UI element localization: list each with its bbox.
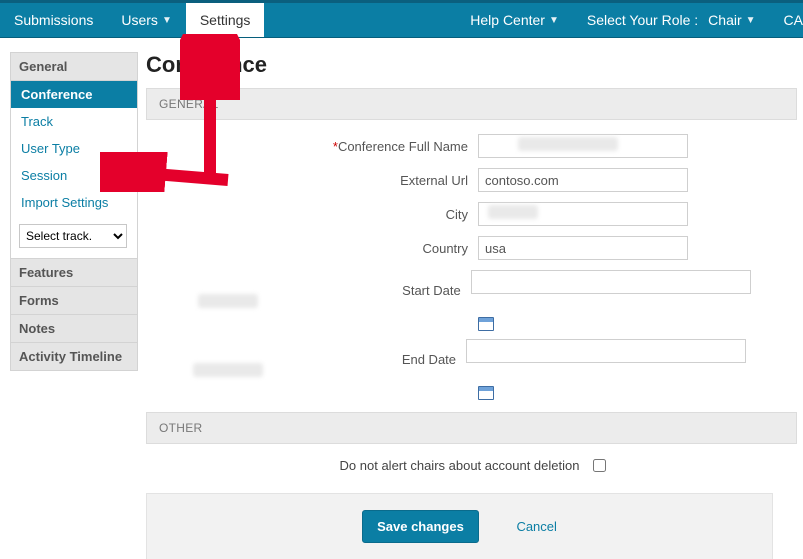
save-button[interactable]: Save changes [362, 510, 479, 543]
label-country: Country [146, 241, 478, 256]
form-general: *Conference Full Name External Url City … [146, 120, 803, 412]
chevron-down-icon: ▼ [549, 15, 559, 26]
chevron-down-icon: ▼ [162, 15, 172, 26]
input-external-url[interactable] [478, 168, 688, 192]
calendar-icon[interactable] [478, 317, 494, 331]
label-no-alert: Do not alert chairs about account deleti… [340, 458, 580, 473]
checkbox-no-alert[interactable] [593, 459, 606, 472]
track-select[interactable]: Select track. [19, 224, 127, 248]
nav-settings-label: Settings [200, 12, 251, 28]
nav-users-label: Users [121, 12, 158, 28]
nav-users[interactable]: Users ▼ [107, 3, 185, 37]
label-full-name: Conference Full Name [338, 139, 468, 154]
nav-role-label: Select Your Role : [573, 3, 704, 37]
label-start-date: Start Date [146, 283, 471, 298]
page-title: Conference [146, 52, 803, 78]
sidebar-section-general[interactable]: General [10, 52, 138, 81]
nav-submissions-label: Submissions [14, 12, 93, 28]
label-city: City [146, 207, 478, 222]
nav-role-select[interactable]: Chair ▼ [704, 3, 769, 37]
sidebar-item-conference[interactable]: Conference [11, 81, 137, 108]
input-start-date[interactable] [471, 270, 751, 294]
section-other-header: OTHER [146, 412, 797, 444]
chevron-down-icon: ▼ [746, 15, 756, 26]
label-external-url: External Url [146, 173, 478, 188]
nav-settings[interactable]: Settings [186, 3, 265, 37]
cancel-link[interactable]: Cancel [516, 519, 556, 534]
calendar-icon[interactable] [478, 386, 494, 400]
main-content: Conference GENERAL *Conference Full Name… [138, 52, 803, 559]
sidebar-section-activity-timeline[interactable]: Activity Timeline [10, 343, 138, 371]
top-nav-right: Help Center ▼ Select Your Role : Chair ▼… [456, 3, 803, 37]
section-general-header: GENERAL [146, 88, 797, 120]
input-end-date[interactable] [466, 339, 746, 363]
nav-help-center[interactable]: Help Center ▼ [456, 3, 573, 37]
sidebar-section-features[interactable]: Features [10, 259, 138, 287]
input-country[interactable] [478, 236, 688, 260]
nav-submissions[interactable]: Submissions [0, 3, 107, 37]
action-bar: Save changes Cancel [146, 493, 773, 559]
sidebar-section-notes[interactable]: Notes [10, 315, 138, 343]
sidebar-item-session[interactable]: Session [11, 162, 137, 189]
sidebar-item-user-type[interactable]: User Type [11, 135, 137, 162]
top-nav-left: Submissions Users ▼ Settings [0, 3, 264, 37]
sidebar-general-list: Conference Track User Type Session Impor… [10, 81, 138, 259]
nav-overflow[interactable]: CA [770, 3, 803, 37]
sidebar: General Conference Track User Type Sessi… [10, 52, 138, 559]
sidebar-item-track[interactable]: Track [11, 108, 137, 135]
sidebar-item-import-settings[interactable]: Import Settings [11, 189, 137, 216]
sidebar-section-forms[interactable]: Forms [10, 287, 138, 315]
nav-role-value: Chair [708, 12, 741, 28]
nav-help-label: Help Center [470, 12, 545, 28]
top-nav: Submissions Users ▼ Settings Help Center… [0, 0, 803, 38]
